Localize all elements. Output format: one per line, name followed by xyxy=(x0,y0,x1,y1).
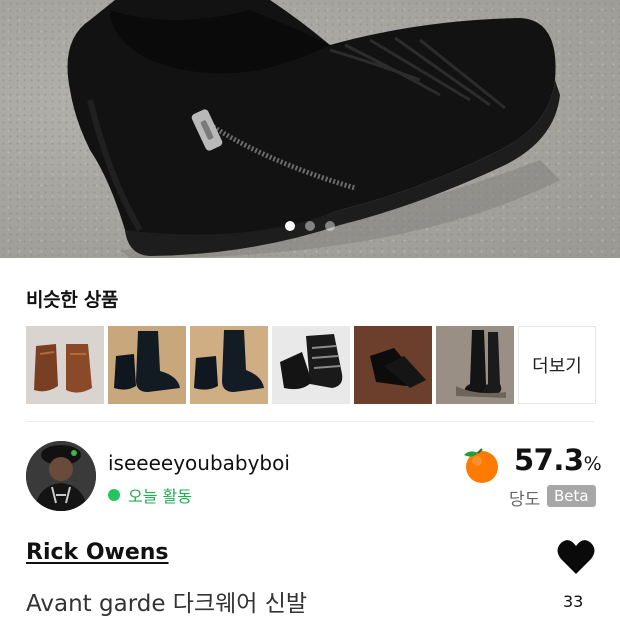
seller-activity: 오늘 활동 xyxy=(108,483,192,507)
online-status-icon xyxy=(108,489,120,501)
sweetness-score-unit: % xyxy=(583,453,602,475)
similar-items-list: 더보기 xyxy=(26,326,596,404)
similar-item-thumbnail[interactable] xyxy=(436,326,514,404)
sweetness-label: 당도 xyxy=(509,490,541,510)
activity-text: 오늘 활동 xyxy=(128,487,192,506)
carousel-dot[interactable] xyxy=(285,221,295,231)
product-title: Avant garde 다크웨어 신발 xyxy=(26,591,308,617)
sweetness-score: 57.3% xyxy=(514,443,602,477)
seller-avatar[interactable] xyxy=(26,441,96,511)
beta-badge: Beta xyxy=(547,485,596,507)
similar-item-thumbnail[interactable] xyxy=(190,326,268,404)
carousel-dot[interactable] xyxy=(325,221,335,231)
section-divider xyxy=(26,421,594,422)
tangerine-icon xyxy=(464,448,498,483)
brand-link[interactable]: Rick Owens xyxy=(26,540,169,565)
similar-items-title: 비슷한 상품 xyxy=(26,289,119,311)
similar-item-thumbnail[interactable] xyxy=(26,326,104,404)
carousel-indicator xyxy=(0,221,620,231)
like-count: 33 xyxy=(563,592,584,611)
similar-item-thumbnail[interactable] xyxy=(108,326,186,404)
seller-username[interactable]: iseeeeyoubabyboi xyxy=(108,451,290,475)
product-photo xyxy=(67,0,560,258)
more-similar-button[interactable]: 더보기 xyxy=(518,326,596,404)
carousel-dot[interactable] xyxy=(305,221,315,231)
heart-icon[interactable] xyxy=(556,538,596,576)
sweetness-score-value: 57.3 xyxy=(514,443,584,477)
similar-item-thumbnail[interactable] xyxy=(272,326,350,404)
product-image-carousel[interactable] xyxy=(0,0,620,258)
similar-item-thumbnail[interactable] xyxy=(354,326,432,404)
